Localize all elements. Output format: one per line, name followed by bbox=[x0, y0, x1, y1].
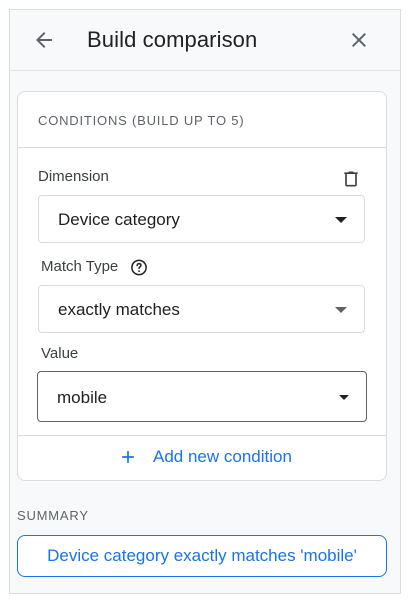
delete-condition-button[interactable] bbox=[340, 168, 362, 190]
arrow-back-icon bbox=[36, 32, 52, 48]
value-label: Value bbox=[41, 345, 79, 362]
conditions-header: CONDITIONS (BUILD UP TO 5) bbox=[18, 92, 386, 148]
add-condition-label: Add new condition bbox=[153, 447, 292, 466]
conditions-card: CONDITIONS (BUILD UP TO 5) Dimension Dev… bbox=[17, 91, 387, 481]
summary-chip[interactable]: Device category exactly matches 'mobile' bbox=[17, 535, 387, 577]
summary-heading: SUMMARY bbox=[17, 508, 89, 523]
dimension-select-value: Device category bbox=[58, 210, 180, 229]
value-select[interactable]: mobile bbox=[37, 371, 367, 422]
dimension-label: Dimension bbox=[38, 168, 109, 185]
panel-header: Build comparison bbox=[10, 10, 400, 71]
chevron-down-icon bbox=[335, 307, 347, 313]
chevron-down-icon bbox=[339, 395, 349, 400]
condition-item: Dimension Device category Match Type exa… bbox=[18, 148, 386, 436]
match-type-label: Match Type bbox=[41, 258, 119, 275]
trash-icon bbox=[344, 171, 358, 187]
page-title: Build comparison bbox=[87, 27, 258, 52]
conditions-heading: CONDITIONS (BUILD UP TO 5) bbox=[38, 113, 245, 128]
back-button[interactable] bbox=[30, 26, 58, 54]
close-icon bbox=[352, 33, 366, 47]
plus-icon bbox=[118, 447, 138, 467]
question-circle-icon bbox=[131, 259, 147, 275]
match-type-select[interactable]: exactly matches bbox=[38, 285, 365, 333]
help-icon[interactable] bbox=[130, 258, 148, 276]
value-select-value: mobile bbox=[57, 388, 108, 407]
add-condition-button[interactable]: Add new condition bbox=[118, 443, 292, 471]
close-button[interactable] bbox=[345, 26, 373, 54]
build-comparison-panel: Build comparison CONDITIONS (BUILD UP TO… bbox=[9, 9, 401, 594]
dimension-select[interactable]: Device category bbox=[38, 195, 365, 243]
chevron-down-icon bbox=[335, 217, 347, 223]
match-type-select-value: exactly matches bbox=[58, 300, 180, 319]
